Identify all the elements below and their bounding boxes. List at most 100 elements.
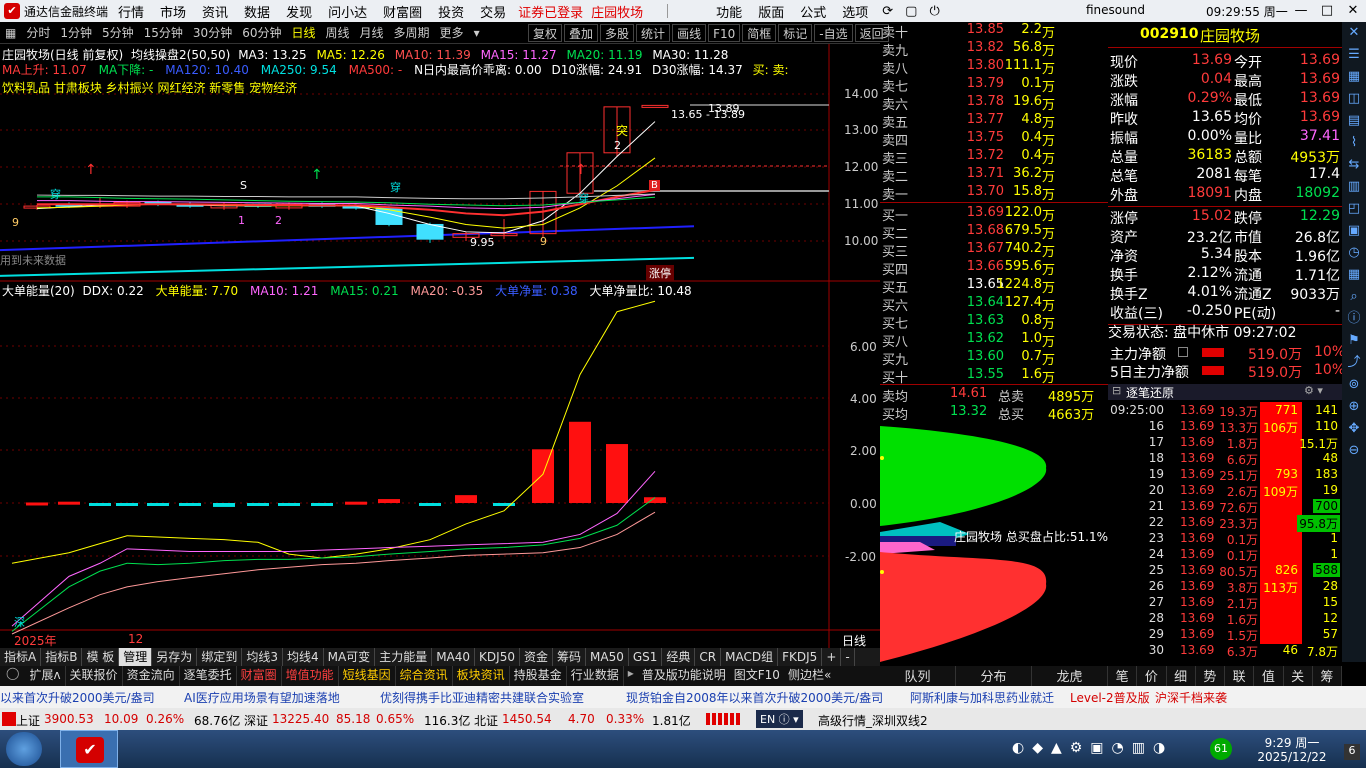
buy-level-row[interactable]: 买七 13.63 0.8 万: [880, 313, 1106, 332]
news-ticker[interactable]: 以来首次升破2000美元/盎司 AI医疗应用场景有望加速落地 优刻得携手比亚迪精…: [0, 686, 1366, 708]
period-tab[interactable]: 5分钟: [97, 24, 139, 41]
taskbar-time[interactable]: 9:29 周一: [1252, 734, 1332, 751]
sell-level-row[interactable]: 卖十 13.85 2.2 万: [880, 22, 1106, 41]
help-tab[interactable]: 侧边栏«: [784, 666, 835, 686]
indicator-tab[interactable]: 筹码: [553, 648, 586, 666]
menu-item[interactable]: 市场: [152, 2, 194, 21]
period-tab[interactable]: 日线: [286, 24, 320, 41]
indicator-tab[interactable]: FKDJ5: [778, 648, 823, 666]
window-icon[interactable]: ◰: [1342, 198, 1366, 220]
toggle-icon[interactable]: ◯: [0, 666, 25, 686]
chart-indicator-name[interactable]: 均线操盘2(50,50): [131, 48, 230, 62]
panel-tab[interactable]: 队列: [880, 666, 956, 686]
tick-row[interactable]: 18 13.69 6.6万 48: [1108, 451, 1342, 467]
indicator-tab[interactable]: CR: [695, 648, 722, 666]
tick-tab[interactable]: 联: [1225, 666, 1255, 686]
chart-canvas[interactable]: ↑ ↑ ↑: [0, 44, 880, 648]
tick-row[interactable]: 09:25:00 13.69 19.3万 771 141: [1108, 403, 1342, 419]
indicator-tab[interactable]: +: [822, 648, 842, 666]
buy-level-row[interactable]: 买二 13.68 679.5 万: [880, 223, 1106, 242]
menu-item[interactable]: 投资: [430, 2, 472, 21]
extension-tab[interactable]: 逐笔委托: [180, 666, 237, 686]
lock-icon[interactable]: ▢: [899, 4, 923, 19]
concept-tags[interactable]: 饮料乳品 甘肃板块 乡村振兴 网红经济 新零售 宠物经济: [2, 79, 297, 96]
buy-level-row[interactable]: 买八 13.62 1.0 万: [880, 331, 1106, 350]
tick-tab[interactable]: 值: [1254, 666, 1284, 686]
indicator-tab[interactable]: 指标B: [41, 648, 83, 666]
sell-level-row[interactable]: 卖二 13.71 36.2 万: [880, 166, 1106, 185]
arrow-icon[interactable]: ▸: [624, 666, 638, 686]
menu-item-red[interactable]: 证券已登录: [514, 2, 587, 21]
tick-row[interactable]: 20 13.69 2.6万 109万 19: [1108, 483, 1342, 499]
tick-row[interactable]: 25 13.69 80.5万 826 588: [1108, 563, 1342, 579]
buy-level-row[interactable]: 买四 13.66 595.6 万: [880, 259, 1106, 278]
period-tab[interactable]: 更多: [435, 24, 469, 41]
period-tab[interactable]: 30分钟: [188, 24, 237, 41]
tick-row[interactable]: 23 13.69 0.1万 1: [1108, 531, 1342, 547]
order-distribution-panel[interactable]: 庄园牧场 总买盘占比:51.1%: [880, 424, 1108, 664]
menu-item[interactable]: 选项: [834, 2, 876, 21]
tick-tab[interactable]: 价: [1137, 666, 1167, 686]
move-icon[interactable]: ✥: [1342, 418, 1366, 440]
tick-row[interactable]: 24 13.69 0.1万 1: [1108, 547, 1342, 563]
extension-tab[interactable]: 行业数据: [567, 666, 624, 686]
stock-name[interactable]: 庄园牧场: [1200, 25, 1260, 46]
table-icon[interactable]: ▥: [1342, 176, 1366, 198]
zoom-in-icon[interactable]: ⊕: [1342, 396, 1366, 418]
period-tab[interactable]: 分时: [21, 24, 55, 41]
buy-level-row[interactable]: 买九 13.60 0.7 万: [880, 349, 1106, 368]
tray-badge[interactable]: 61: [1210, 738, 1232, 760]
chart-tool-button[interactable]: 复权: [528, 24, 563, 42]
chart-icon[interactable]: ◫: [1342, 88, 1366, 110]
chart-area[interactable]: ↑ ↑ ↑ 庄园牧场(日线 前复权) 均线操盘2(50,50) MA3: 13.25…: [0, 44, 880, 648]
tick-row[interactable]: 28 13.69 1.6万 12: [1108, 611, 1342, 627]
chart-tool-button[interactable]: 叠加: [564, 24, 599, 42]
extension-tab[interactable]: 短线基因: [339, 666, 396, 686]
news-item[interactable]: 现货铂金自2008年以来首次升破2000美元/盎司: [626, 689, 883, 706]
help-tab[interactable]: 普及版功能说明: [638, 666, 730, 686]
period-tab[interactable]: 15分钟: [139, 24, 188, 41]
chart-tool-button[interactable]: 画线: [672, 24, 707, 42]
tick-tab[interactable]: 势: [1196, 666, 1225, 686]
power-icon[interactable]: ⏻: [923, 4, 945, 19]
extension-tab[interactable]: 资金流向: [123, 666, 180, 686]
extension-tab[interactable]: 综合资讯: [396, 666, 453, 686]
indicator-tab[interactable]: GS1: [629, 648, 663, 666]
menu-item[interactable]: 交易: [472, 2, 514, 21]
extension-tab[interactable]: 持股基金: [510, 666, 567, 686]
tick-row[interactable]: 30 13.69 6.3万 46 7.8万: [1108, 643, 1342, 659]
taskbar-app[interactable]: ✔: [60, 730, 118, 768]
chevron-down-icon[interactable]: ▾: [469, 26, 485, 40]
rss-icon[interactable]: ⊚: [1342, 374, 1366, 396]
menu-icon[interactable]: [1178, 347, 1188, 357]
sell-level-row[interactable]: 卖五 13.77 4.8 万: [880, 112, 1106, 131]
indicator-tab[interactable]: 另存为: [152, 648, 198, 666]
menu-item[interactable]: 数据: [236, 2, 278, 21]
refresh-icon[interactable]: ⟳: [876, 4, 899, 19]
tick-tab[interactable]: 笔: [1108, 666, 1138, 686]
buy-level-row[interactable]: 买三 13.67 740.2 万: [880, 241, 1106, 260]
indicator-tab[interactable]: -: [841, 648, 855, 666]
indicator-tab[interactable]: KDJ50: [475, 648, 520, 666]
sub-indicator-name[interactable]: 大单能量(20): [2, 284, 75, 298]
calendar-icon[interactable]: ▦: [1342, 264, 1366, 286]
buy-level-row[interactable]: 买五 13.65 1224.8 万: [880, 277, 1106, 296]
clock-icon[interactable]: ◷: [1342, 242, 1366, 264]
period-tab[interactable]: 1分钟: [55, 24, 97, 41]
search-icon[interactable]: ⌕: [1342, 286, 1366, 308]
news-item[interactable]: 阿斯利康与加科思药业就迁: [910, 689, 1054, 706]
sell-level-row[interactable]: 卖四 13.75 0.4 万: [880, 130, 1106, 149]
indicator-tab[interactable]: 经典: [662, 648, 696, 666]
extension-tab[interactable]: 财富圈: [237, 666, 282, 686]
flag-icon[interactable]: ⚑: [1342, 330, 1366, 352]
taskbar-date[interactable]: 2025/12/22: [1252, 750, 1332, 764]
menu-item[interactable]: 公式: [792, 2, 834, 21]
expand-icon[interactable]: ⊟: [1112, 384, 1121, 397]
start-button-icon[interactable]: [6, 732, 42, 766]
sz-index-label[interactable]: 深证: [244, 712, 268, 729]
menu-item-red[interactable]: 庄园牧场: [587, 2, 647, 21]
list-icon[interactable]: ☰: [1342, 44, 1366, 66]
compare-icon[interactable]: ⇆: [1342, 154, 1366, 176]
period-tab[interactable]: 多周期: [389, 24, 435, 41]
trend-icon[interactable]: ⤴: [1342, 352, 1366, 374]
